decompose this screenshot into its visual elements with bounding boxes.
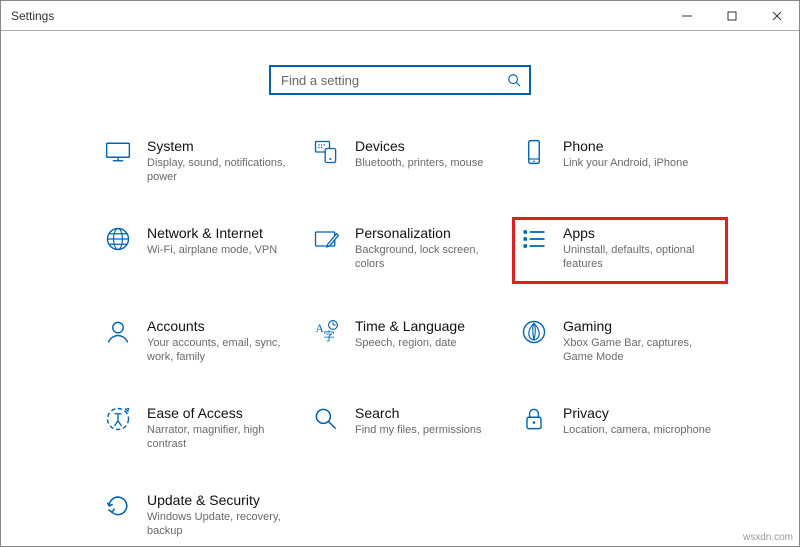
phone-icon [519, 137, 549, 167]
time-language-icon: A字 [311, 317, 341, 347]
tile-title: Phone [563, 137, 688, 155]
search-category-icon [311, 404, 341, 434]
maximize-icon [727, 11, 737, 21]
close-icon [772, 11, 782, 21]
system-icon [103, 137, 133, 167]
minimize-icon [682, 11, 692, 21]
tile-subtitle: Wi-Fi, airplane mode, VPN [147, 243, 277, 257]
tile-title: Time & Language [355, 317, 465, 335]
network-icon [103, 224, 133, 254]
tile-subtitle: Your accounts, email, sync, work, family [147, 336, 297, 364]
privacy-icon [519, 404, 549, 434]
tile-accounts[interactable]: Accounts Your accounts, email, sync, wor… [101, 315, 307, 366]
tile-phone[interactable]: Phone Link your Android, iPhone [517, 135, 723, 186]
tile-apps[interactable]: Apps Uninstall, defaults, optional featu… [517, 222, 723, 279]
tile-network[interactable]: Network & Internet Wi-Fi, airplane mode,… [101, 222, 307, 279]
tile-subtitle: Uninstall, defaults, optional features [563, 243, 713, 271]
tile-personalization[interactable]: Personalization Background, lock screen,… [309, 222, 515, 279]
tile-title: System [147, 137, 297, 155]
attribution-text: wsxdn.com [743, 532, 793, 543]
tile-update-security[interactable]: Update & Security Windows Update, recove… [101, 489, 307, 540]
tile-subtitle: Windows Update, recovery, backup [147, 510, 297, 538]
tile-search[interactable]: Search Find my files, permissions [309, 402, 515, 453]
minimize-button[interactable] [664, 1, 709, 31]
tile-title: Search [355, 404, 482, 422]
tile-subtitle: Background, lock screen, colors [355, 243, 505, 271]
apps-icon [519, 224, 549, 254]
tile-title: Apps [563, 224, 713, 242]
tile-subtitle: Xbox Game Bar, captures, Game Mode [563, 336, 713, 364]
settings-grid: System Display, sound, notifications, po… [101, 135, 799, 540]
maximize-button[interactable] [709, 1, 754, 31]
gaming-icon [519, 317, 549, 347]
update-security-icon [103, 491, 133, 521]
tile-subtitle: Location, camera, microphone [563, 423, 711, 437]
devices-icon [311, 137, 341, 167]
tile-system[interactable]: System Display, sound, notifications, po… [101, 135, 307, 186]
tile-subtitle: Speech, region, date [355, 336, 465, 350]
tile-title: Privacy [563, 404, 711, 422]
tile-devices[interactable]: Devices Bluetooth, printers, mouse [309, 135, 515, 186]
personalization-icon [311, 224, 341, 254]
close-button[interactable] [754, 1, 799, 31]
search-container [1, 65, 799, 95]
tile-subtitle: Bluetooth, printers, mouse [355, 156, 483, 170]
tile-subtitle: Find my files, permissions [355, 423, 482, 437]
tile-subtitle: Display, sound, notifications, power [147, 156, 297, 184]
tile-privacy[interactable]: Privacy Location, camera, microphone [517, 402, 723, 453]
tile-time-language[interactable]: A字 Time & Language Speech, region, date [309, 315, 515, 366]
tile-title: Network & Internet [147, 224, 277, 242]
tile-gaming[interactable]: Gaming Xbox Game Bar, captures, Game Mod… [517, 315, 723, 366]
tile-subtitle: Narrator, magnifier, high contrast [147, 423, 297, 451]
tile-title: Gaming [563, 317, 713, 335]
search-icon [507, 73, 521, 87]
tile-title: Accounts [147, 317, 297, 335]
search-input[interactable] [279, 72, 507, 89]
tile-ease-of-access[interactable]: Ease of Access Narrator, magnifier, high… [101, 402, 307, 453]
ease-of-access-icon [103, 404, 133, 434]
accounts-icon [103, 317, 133, 347]
tile-title: Personalization [355, 224, 505, 242]
tile-title: Devices [355, 137, 483, 155]
window-title: Settings [11, 9, 54, 23]
tile-subtitle: Link your Android, iPhone [563, 156, 688, 170]
tile-title: Ease of Access [147, 404, 297, 422]
tile-title: Update & Security [147, 491, 297, 509]
svg-text:字: 字 [323, 329, 334, 343]
search-box[interactable] [269, 65, 531, 95]
titlebar: Settings [1, 1, 799, 31]
